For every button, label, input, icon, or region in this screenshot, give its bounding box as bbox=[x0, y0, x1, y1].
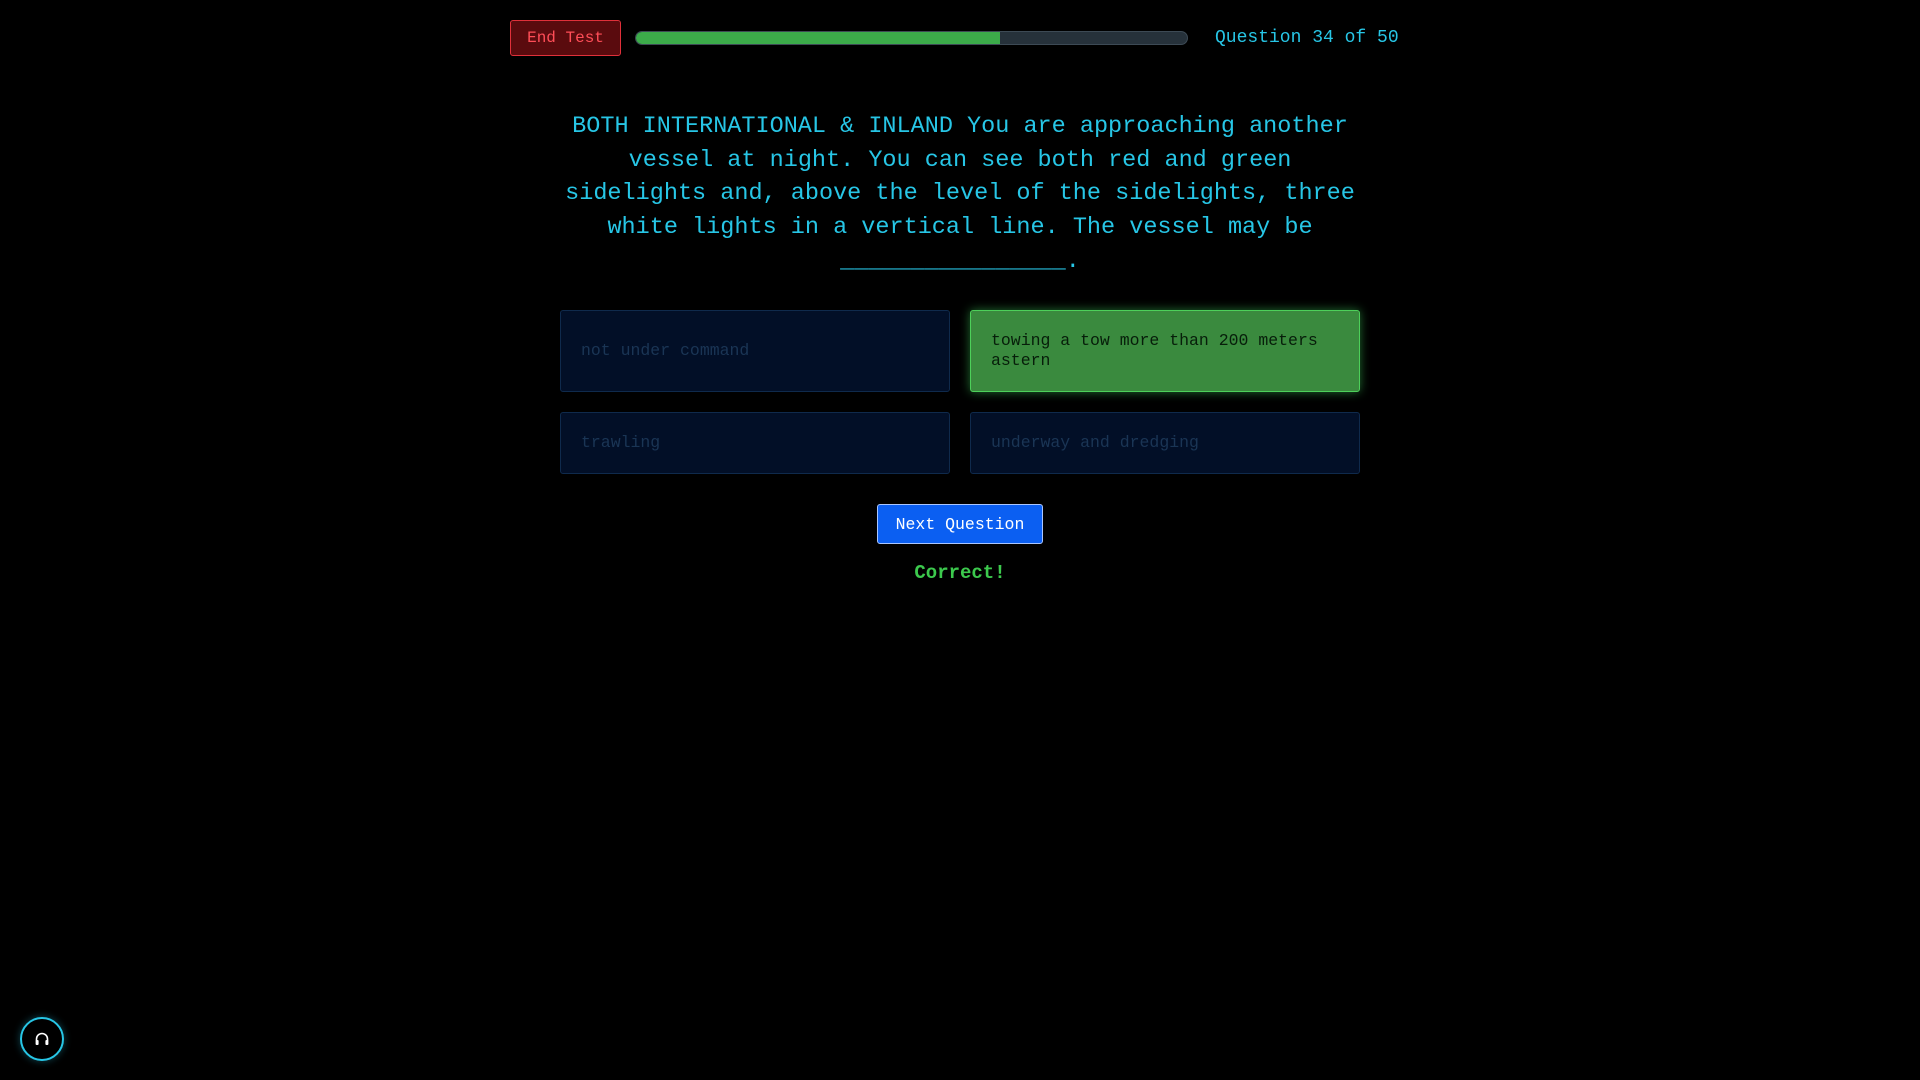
feedback-message: Correct! bbox=[914, 562, 1006, 584]
answer-label: trawling bbox=[581, 433, 661, 452]
end-test-button[interactable]: End Test bbox=[510, 20, 621, 56]
question-counter: Question 34 of 50 bbox=[1215, 28, 1399, 48]
answer-label: towing a tow more than 200 meters astern bbox=[991, 331, 1318, 370]
answer-option-towing[interactable]: towing a tow more than 200 meters astern bbox=[970, 310, 1360, 392]
answer-label: underway and dredging bbox=[991, 433, 1199, 452]
audio-toggle-button[interactable] bbox=[20, 1017, 64, 1061]
quiz-app: End Test Question 34 of 50 BOTH INTERNAT… bbox=[0, 0, 1920, 1080]
top-bar: End Test Question 34 of 50 bbox=[510, 20, 1410, 56]
answer-option-dredging[interactable]: underway and dredging bbox=[970, 412, 1360, 474]
progress-bar bbox=[635, 31, 1188, 45]
answer-option-trawling[interactable]: trawling bbox=[560, 412, 950, 474]
question-text: BOTH INTERNATIONAL & INLAND You are appr… bbox=[565, 113, 1355, 275]
answer-label: not under command bbox=[581, 341, 750, 360]
next-question-button[interactable]: Next Question bbox=[877, 504, 1043, 544]
progress-bar-fill bbox=[636, 32, 1000, 44]
answer-option-not-under-command[interactable]: not under command bbox=[560, 310, 950, 392]
headphones-icon bbox=[35, 1032, 49, 1045]
